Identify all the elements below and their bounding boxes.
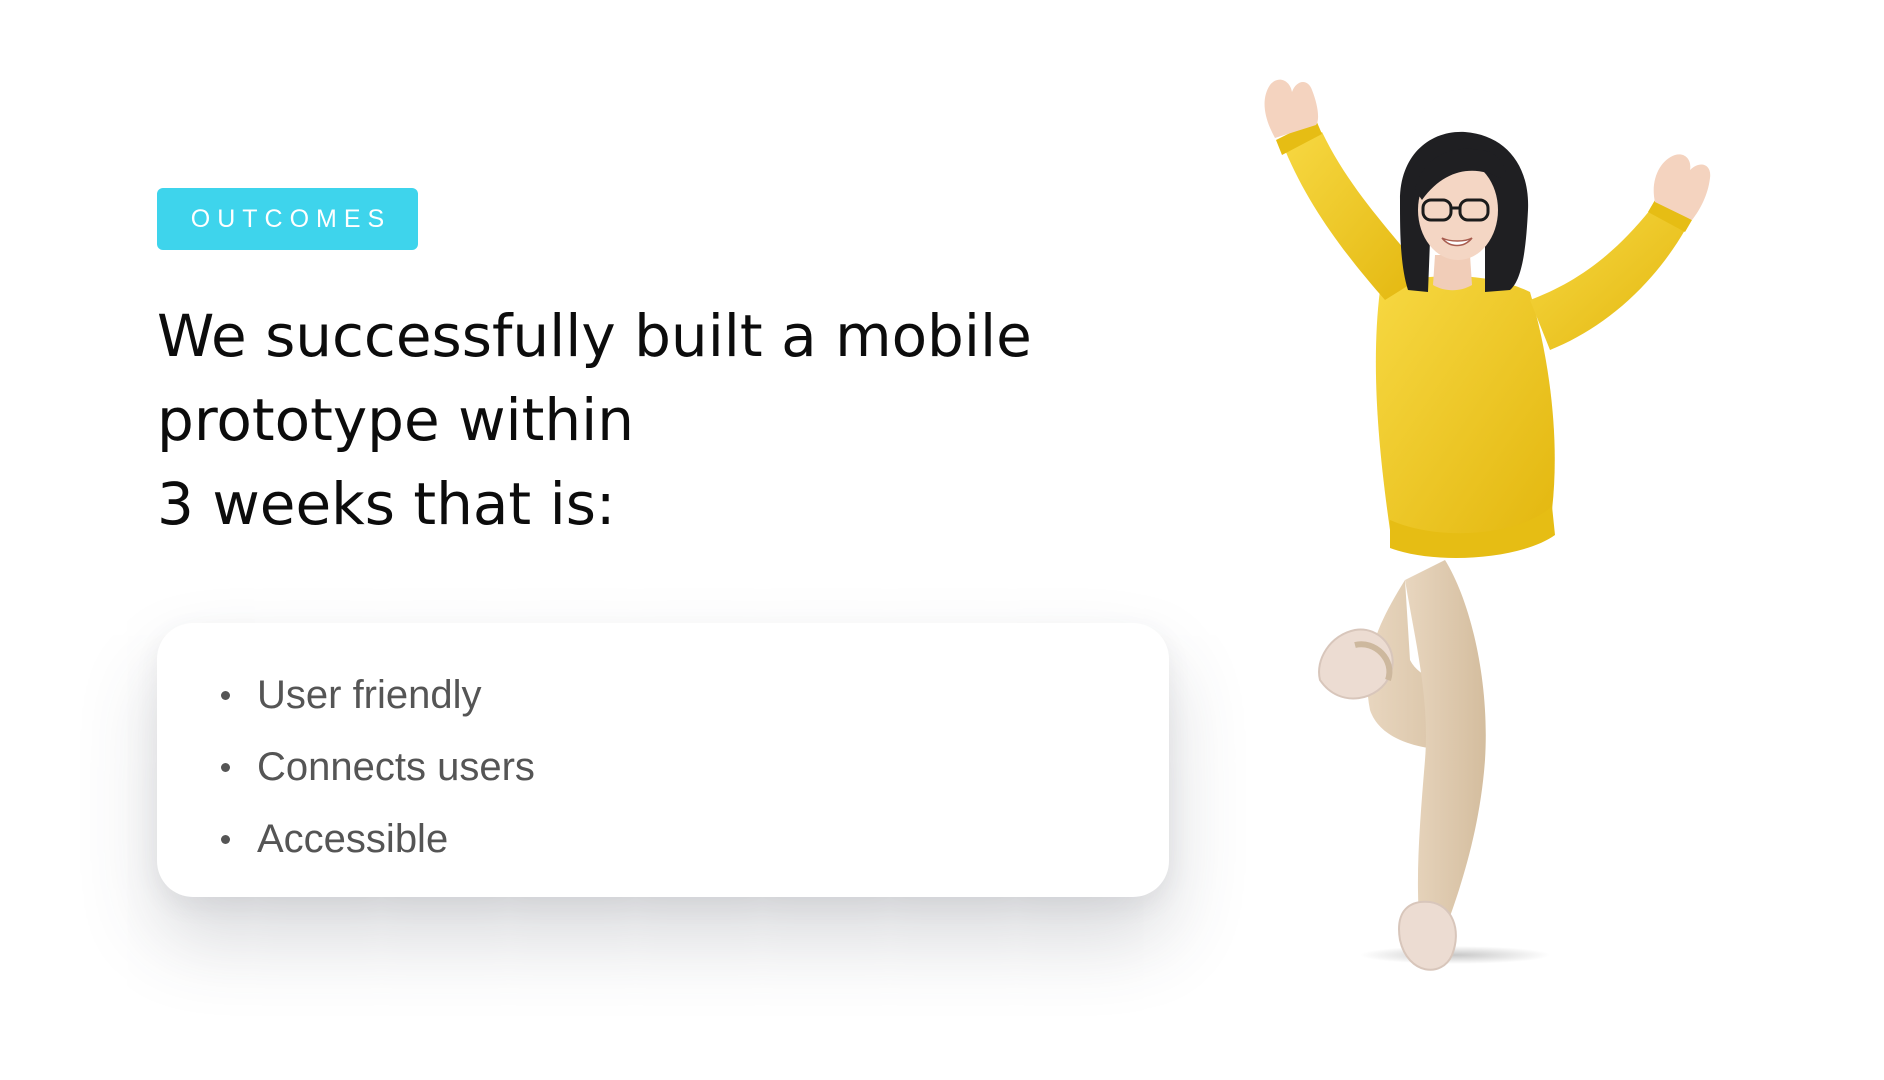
list-item-label: User friendly [257, 673, 482, 717]
bullet-icon [221, 691, 230, 700]
list-item: User friendly [157, 659, 1169, 731]
list-item: Accessible [157, 803, 1169, 875]
page-title-line-2: prototype within [157, 386, 635, 454]
outcomes-card: User friendly Connects users Accessible [157, 623, 1169, 897]
bullet-icon [221, 835, 230, 844]
outcomes-list: User friendly Connects users Accessible [157, 623, 1169, 875]
list-item-label: Connects users [257, 745, 535, 789]
bullet-icon [221, 763, 230, 772]
section-badge: OUTCOMES [157, 188, 418, 250]
celebrating-person-illustration [1264, 79, 1711, 971]
page-title: We successfully built a mobile prototype… [157, 294, 1157, 546]
list-item: Connects users [157, 731, 1169, 803]
neck [1433, 255, 1472, 291]
sweater-body [1375, 275, 1555, 541]
page-title-line-3: 3 weeks that is: [157, 470, 616, 538]
list-item-label: Accessible [257, 817, 449, 861]
bent-leg-shoe [1318, 628, 1394, 700]
right-arm [1530, 210, 1685, 350]
section-badge-label: OUTCOMES [190, 204, 392, 233]
page-title-line-1: We successfully built a mobile [157, 302, 1032, 370]
